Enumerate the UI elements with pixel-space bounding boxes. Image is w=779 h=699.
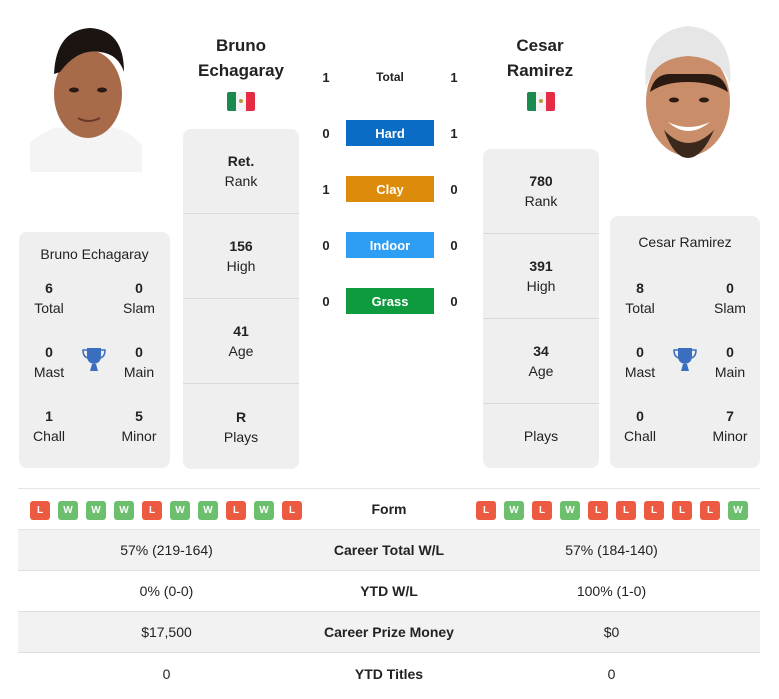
- player1-plays: R Plays: [223, 408, 259, 445]
- h2h-left-value: 0: [322, 293, 330, 309]
- h2h-total: 1 Total 1: [310, 64, 470, 90]
- player2-plays: Plays: [523, 428, 559, 444]
- row-label: Career Prize Money: [324, 624, 454, 640]
- titles-chall: 0 Chall: [624, 408, 656, 444]
- h2h-clay: 1 Clay 0: [310, 176, 470, 202]
- titles-minor: 5 Minor: [121, 408, 157, 444]
- row-label: Career Total W/L: [333, 542, 445, 558]
- player1-high: 156 High: [183, 214, 299, 299]
- h2h-grass: 0 Grass 0: [310, 288, 470, 314]
- form-badge-win[interactable]: W: [728, 501, 748, 520]
- player2-titles-name[interactable]: Cesar Ramirez: [610, 234, 760, 250]
- trophy-icon: [82, 347, 106, 373]
- h2h-right-value: 1: [450, 125, 458, 141]
- surface-grass-label[interactable]: Grass: [346, 288, 434, 314]
- form-badge-loss[interactable]: L: [700, 501, 720, 520]
- player1-age: 41 Age: [183, 299, 299, 384]
- titles-chall: 1 Chall: [33, 408, 65, 444]
- titles-slam: 0 Slam: [714, 280, 746, 316]
- form-badge-loss[interactable]: L: [532, 501, 552, 520]
- trophy-icon: [673, 347, 697, 373]
- player1-photo: [30, 24, 142, 172]
- form-badge-loss[interactable]: L: [616, 501, 636, 520]
- h2h-indoor: 0 Indoor 0: [310, 232, 470, 258]
- h2h-left-value: 1: [322, 69, 330, 85]
- form-badge-win[interactable]: W: [560, 501, 580, 520]
- titles-minor: 7 Minor: [712, 408, 748, 444]
- form-badge-loss[interactable]: L: [644, 501, 664, 520]
- player2-titles: Cesar Ramirez 8 Total 0 Slam 0 Mast 0 Main 0…: [610, 216, 760, 468]
- comparison-row-ytd-wl: 0% (0-0) YTD W/L 100% (1-0): [18, 571, 760, 612]
- h2h-right-value: 0: [450, 237, 458, 253]
- surface-clay-label[interactable]: Clay: [346, 176, 434, 202]
- player2-name-first: Cesar: [516, 36, 564, 55]
- player2-age: 34 Age: [483, 319, 599, 404]
- player2-value: 57% (184-140): [565, 542, 658, 558]
- h2h-hard: 0 Hard 1: [310, 120, 470, 146]
- titles-main: 0 Main: [123, 344, 155, 380]
- row-label: YTD W/L: [360, 583, 418, 599]
- row-label: YTD Titles: [354, 665, 424, 682]
- comparison-row-ytd-titles: 0 YTD Titles 0: [18, 653, 760, 694]
- h2h-left-value: 0: [322, 125, 330, 141]
- h2h-right-value: 0: [450, 181, 458, 197]
- player2-photo: [630, 18, 748, 160]
- player2-value: 100% (1-0): [576, 583, 647, 599]
- form-badge-loss[interactable]: L: [672, 501, 692, 520]
- player1-name-first: Bruno: [215, 36, 267, 55]
- player2-value: $0: [603, 624, 620, 640]
- player1-titles-name[interactable]: Bruno Echagaray: [19, 246, 170, 262]
- h2h-label: Total: [376, 70, 404, 84]
- titles-total: 6 Total: [34, 280, 64, 316]
- surface-indoor-label[interactable]: Indoor: [346, 232, 434, 258]
- player2-rank: 780 Rank: [483, 149, 599, 234]
- form-badge-win[interactable]: W: [504, 501, 524, 520]
- surface-hard-label[interactable]: Hard: [346, 120, 434, 146]
- player2-high: 391 High: [483, 234, 599, 319]
- player1-value: 0% (0-0): [139, 583, 194, 599]
- form-row: LWWWLWWLWL Form LWLWLLLLLW: [18, 488, 760, 530]
- comparison-row-career-wl: 57% (219-164) Career Total W/L 57% (184-…: [18, 530, 760, 571]
- titles-total: 8 Total: [625, 280, 655, 316]
- player2-name[interactable]: Cesar Ramirez: [482, 33, 598, 83]
- player1-titles: Bruno Echagaray 6 Total 0 Slam 0 Mast 0 Main…: [19, 232, 170, 468]
- player1-rank: Ret. Rank: [183, 129, 299, 214]
- player1-name-last: Echagaray: [198, 61, 284, 80]
- player1-value: $17,500: [141, 624, 192, 640]
- titles-mast: 0 Mast: [624, 344, 656, 380]
- h2h-left-value: 1: [322, 181, 330, 197]
- form-badge-loss[interactable]: L: [588, 501, 608, 520]
- player2-stats: 780 Rank 391 High 34 Age Plays: [483, 149, 599, 468]
- player1-stats: Ret. Rank 156 High 41 Age R Plays: [183, 129, 299, 469]
- player1-name[interactable]: Bruno Echagaray: [183, 33, 299, 83]
- h2h-right-value: 1: [450, 69, 458, 85]
- mexico-flag-icon: [527, 92, 555, 111]
- player1-value: 57% (219-164): [120, 542, 213, 558]
- player2-value: 0: [607, 665, 616, 682]
- titles-main: 0 Main: [714, 344, 746, 380]
- comparison-row-prize-money: $17,500 Career Prize Money $0: [18, 612, 760, 653]
- player2-form: LWLWLLLLLW: [476, 501, 748, 520]
- player1-value: 0: [162, 665, 171, 682]
- form-badge-loss[interactable]: L: [476, 501, 496, 520]
- mexico-flag-icon: [227, 92, 255, 111]
- titles-mast: 0 Mast: [33, 344, 65, 380]
- titles-slam: 0 Slam: [123, 280, 155, 316]
- player2-name-last: Ramirez: [506, 61, 574, 80]
- h2h-right-value: 0: [450, 293, 458, 309]
- h2h-left-value: 0: [322, 237, 330, 253]
